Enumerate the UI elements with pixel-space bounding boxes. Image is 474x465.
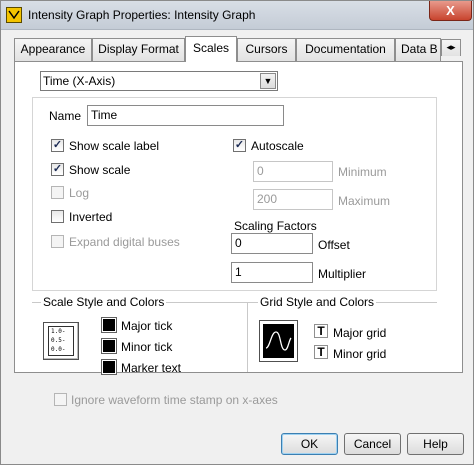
labview-app-icon [6, 7, 22, 23]
cancel-button[interactable]: Cancel [344, 433, 401, 455]
major-grid-color-icon[interactable]: T [314, 324, 328, 338]
tab-display-format[interactable]: Display Format [92, 38, 185, 61]
help-button[interactable]: Help [407, 433, 464, 455]
tab-cursors[interactable]: Cursors [237, 38, 296, 61]
properties-dialog: Intensity Graph Properties: Intensity Gr… [0, 0, 474, 465]
marker-text-color-swatch[interactable] [101, 359, 117, 375]
ignore-waveform-label: Ignore waveform time stamp on x-axes [71, 393, 278, 407]
autoscale-label: Autoscale [251, 139, 304, 153]
minor-tick-color-swatch[interactable] [101, 338, 117, 354]
ok-button[interactable]: OK [281, 433, 338, 455]
title-bar: Intensity Graph Properties: Intensity Gr… [1, 1, 473, 30]
inverted-checkbox[interactable] [51, 210, 64, 223]
multiplier-input[interactable]: 1 [231, 262, 313, 283]
major-tick-label: Major tick [121, 319, 173, 333]
window-title: Intensity Graph Properties: Intensity Gr… [28, 8, 256, 22]
minor-grid-color-icon[interactable]: T [314, 345, 328, 359]
expand-digital-buses-label: Expand digital buses [69, 235, 180, 249]
inverted-label: Inverted [69, 210, 113, 224]
scaling-factors-label: Scaling Factors [234, 219, 317, 233]
tab-bar: Appearance Display Format Scales Cursors… [14, 36, 463, 62]
major-grid-label: Major grid [333, 326, 387, 340]
maximum-input[interactable]: 200 [253, 189, 333, 210]
log-label: Log [69, 186, 90, 200]
minor-grid-label: Minor grid [333, 347, 387, 361]
name-input[interactable]: Time [87, 105, 284, 126]
tab-scroll-arrows[interactable]: ◂▸ [441, 39, 461, 56]
scale-style-title: Scale Style and Colors [41, 295, 167, 309]
chevron-down-icon[interactable]: ▼ [260, 73, 276, 89]
offset-label: Offset [318, 238, 350, 252]
grid-style-picker[interactable] [259, 320, 298, 362]
autoscale-checkbox[interactable]: ✓ [233, 139, 246, 152]
name-label: Name [49, 109, 82, 123]
show-scale-checkbox[interactable]: ✓ [51, 163, 64, 176]
close-button[interactable]: X [429, 1, 472, 21]
multiplier-label: Multiplier [318, 267, 367, 281]
grid-style-title: Grid Style and Colors [258, 295, 377, 309]
minimum-input[interactable]: 0 [253, 161, 333, 182]
tab-scales[interactable]: Scales [185, 36, 237, 62]
scale-style-picker[interactable]: 1.0- 0.5- 0.0- [43, 322, 79, 360]
show-scale-label-checkbox[interactable]: ✓ [51, 139, 64, 152]
offset-input[interactable]: 0 [231, 233, 313, 254]
ignore-waveform-checkbox[interactable] [54, 393, 67, 406]
scale-preview-tick-3: 0.0- [51, 346, 66, 353]
show-scale-label-label: Show scale label [69, 139, 160, 153]
scale-preview-tick-2: 0.5- [51, 337, 66, 344]
minimum-label: Minimum [338, 165, 387, 179]
maximum-label: Maximum [338, 194, 391, 208]
show-scale-label: Show scale [69, 163, 131, 177]
axis-select-value: Time (X-Axis) [43, 74, 116, 88]
waveform-preview-icon [263, 324, 294, 358]
axis-select[interactable]: Time (X-Axis) ▼ [40, 71, 278, 91]
tab-data-binding[interactable]: Data B [395, 38, 441, 61]
tab-documentation[interactable]: Documentation [296, 38, 395, 61]
major-tick-color-swatch[interactable] [101, 317, 117, 333]
tab-appearance[interactable]: Appearance [14, 38, 92, 61]
log-checkbox[interactable] [51, 186, 64, 199]
scale-preview-tick-1: 1.0- [51, 328, 66, 335]
section-divider-vertical [247, 302, 248, 372]
expand-digital-buses-checkbox[interactable] [51, 235, 64, 248]
marker-text-label: Marker text [121, 361, 182, 375]
minor-tick-label: Minor tick [121, 340, 173, 354]
